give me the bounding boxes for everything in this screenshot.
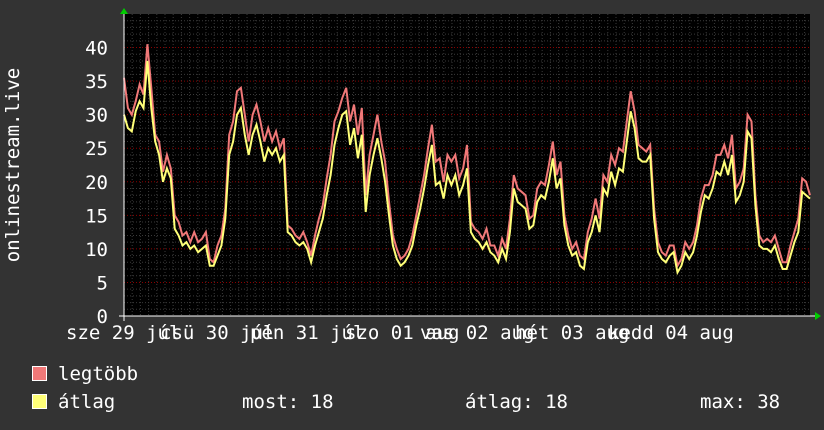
stat-now: most: 18 — [242, 391, 334, 413]
y-tick-label: 5 — [97, 272, 108, 294]
stat-max: max: 38 — [700, 391, 781, 413]
legend-avg-label: átlag — [58, 391, 116, 413]
y-tick-label: 20 — [85, 172, 108, 194]
y-tick-label: 40 — [85, 38, 108, 60]
stat-average: átlag: 18 — [465, 391, 568, 413]
x-tick-labels: sze 29 júlcsü 30 júlpén 31 júlszo 01 aug… — [66, 322, 734, 344]
chart: 0510152025303540 sze 29 júlcsü 30 júlpén… — [2, 8, 821, 344]
y-axis-title: onlinestream.live — [2, 68, 24, 262]
y-tick-label: 25 — [85, 138, 108, 160]
y-tick-label: 35 — [85, 71, 108, 93]
x-tick-label: kedd 04 aug — [608, 322, 734, 344]
y-tick-label: 15 — [85, 205, 108, 227]
y-tick-label: 30 — [85, 105, 108, 127]
x-axis-arrow-icon — [815, 312, 821, 320]
y-axis-arrow-icon — [120, 8, 128, 14]
legend-avg-swatch — [32, 394, 47, 409]
legend-max-swatch — [32, 366, 47, 381]
legend-max-label: legtöbb — [58, 363, 139, 385]
y-tick-labels: 0510152025303540 — [85, 38, 108, 328]
y-tick-label: 10 — [85, 239, 108, 261]
